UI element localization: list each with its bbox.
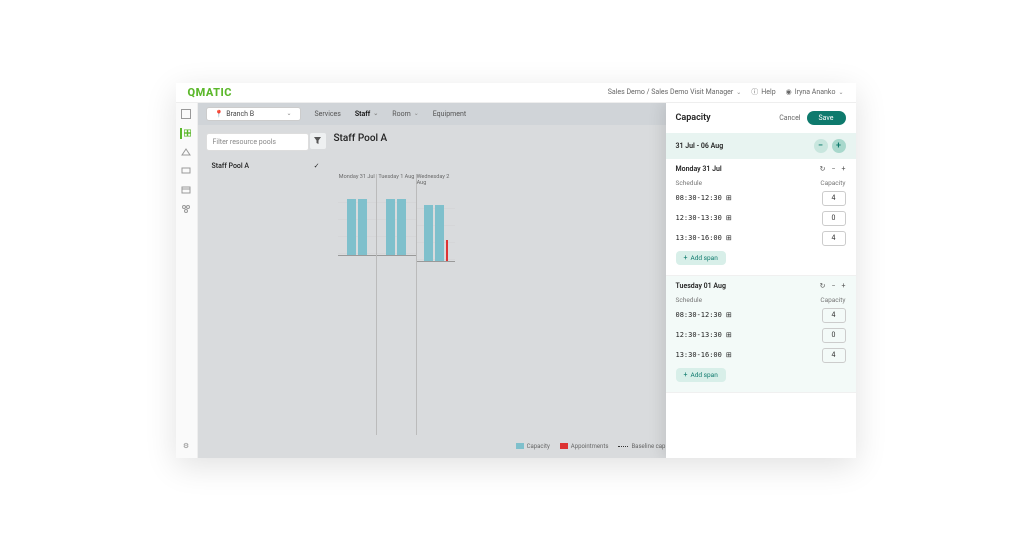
edit-span-icon[interactable]: ⊞ — [726, 331, 732, 339]
bar-row — [377, 186, 416, 256]
edit-span-icon[interactable]: ⊞ — [726, 214, 732, 222]
chevron-down-icon: ⌄ — [286, 110, 291, 117]
chevron-down-icon: ⌄ — [414, 110, 419, 117]
chart-day: Wednesday 2 Aug — [416, 174, 456, 435]
tab-services[interactable]: Services — [315, 110, 341, 118]
check-icon: ✓ — [314, 162, 320, 170]
capacity-input[interactable]: 4 — [822, 231, 846, 246]
nav-icon-3[interactable] — [181, 147, 192, 158]
settings-icon[interactable]: ⚙ — [181, 441, 192, 452]
capacity-input[interactable]: 0 — [822, 328, 846, 343]
capacity-input[interactable]: 4 — [822, 191, 846, 206]
span-time[interactable]: 12:30-13:30 ⊞ — [676, 214, 732, 222]
range-minus-button[interactable]: − — [814, 139, 828, 153]
user-menu[interactable]: ◉Iryna Ananko⌄ — [786, 88, 844, 96]
add-span-button[interactable]: +Add span — [676, 368, 726, 382]
filter-input[interactable]: Filter resource pools — [206, 133, 309, 151]
span-row: 08:30-12:30 ⊞ 4 — [676, 308, 846, 323]
chart-day: Tuesday 1 Aug — [376, 174, 416, 435]
main-area: 📍Branch B ⌄ Services Staff⌄ Room⌄ Equipm… — [198, 103, 856, 458]
span-row: 12:30-13:30 ⊞ 0 — [676, 211, 846, 226]
logo: QMATIC — [188, 86, 232, 99]
bar-row — [338, 186, 377, 256]
user-icon: ◉ — [786, 88, 792, 96]
capacity-bar — [424, 205, 433, 260]
nav-icon-1[interactable] — [181, 109, 192, 120]
edit-span-icon[interactable]: ⊞ — [726, 351, 732, 359]
chevron-down-icon: ⌄ — [838, 89, 843, 96]
capacity-panel: Capacity Cancel Save 31 Jul - 06 Aug − +… — [666, 103, 856, 458]
bar-row — [417, 192, 456, 262]
nav-icon-5[interactable] — [181, 185, 192, 196]
chart-day: Monday 31 Jul — [338, 174, 377, 435]
span-time[interactable]: 08:30-12:30 ⊞ — [676, 194, 732, 202]
span-row: 13:30-16:00 ⊞ 4 — [676, 231, 846, 246]
capacity-header: Capacity — [820, 296, 845, 304]
day-block: Tuesday 01 Aug ↻−+ Schedule Capacity 08:30-… — [666, 276, 856, 393]
appointment-bar — [446, 240, 448, 261]
capacity-bar — [397, 199, 406, 254]
day-label: Tuesday 01 Aug — [676, 282, 726, 290]
edit-span-icon[interactable]: ⊞ — [726, 234, 732, 242]
save-button[interactable]: Save — [807, 111, 846, 125]
span-time[interactable]: 08:30-12:30 ⊞ — [676, 311, 732, 319]
day-label: Monday 31 Jul — [676, 165, 722, 173]
history-icon[interactable]: ↻ — [820, 165, 826, 173]
edit-span-icon[interactable]: ⊞ — [726, 194, 732, 202]
app-window: QMATIC Sales Demo / Sales Demo Visit Man… — [176, 83, 856, 458]
cancel-button[interactable]: Cancel — [779, 114, 800, 122]
day-block: Monday 31 Jul ↻−+ Schedule Capacity 08:30-1… — [666, 159, 856, 276]
span-row: 13:30-16:00 ⊞ 4 — [676, 348, 846, 363]
nav-icon-4[interactable] — [181, 166, 192, 177]
left-iconbar: ⚙ — [176, 103, 198, 458]
capacity-bar — [347, 199, 356, 254]
chevron-down-icon: ⌄ — [373, 110, 378, 117]
capacity-header: Capacity — [820, 179, 845, 187]
span-row: 08:30-12:30 ⊞ 4 — [676, 191, 846, 206]
charts: Monday 31 JulTuesday 1 AugWednesday 2 Au… — [334, 174, 460, 435]
span-time[interactable]: 13:30-16:00 ⊞ — [676, 234, 732, 242]
history-icon[interactable]: ↻ — [820, 282, 826, 290]
breadcrumb[interactable]: Sales Demo / Sales Demo Visit Manager⌄ — [608, 88, 742, 96]
help-icon: ⓘ — [751, 87, 758, 97]
span-row: 12:30-13:30 ⊞ 0 — [676, 328, 846, 343]
topbar: QMATIC Sales Demo / Sales Demo Visit Man… — [176, 83, 856, 103]
tab-equipment[interactable]: Equipment — [433, 110, 466, 118]
capacity-bar — [358, 199, 367, 254]
nav-icon-6[interactable] — [181, 204, 192, 215]
capacity-bar — [386, 199, 395, 254]
schedule-header: Schedule — [676, 179, 703, 187]
tab-room[interactable]: Room⌄ — [392, 110, 418, 118]
filter-column: Filter resource pools Staff Pool A✓ — [206, 133, 326, 450]
add-span-button[interactable]: +Add span — [676, 251, 726, 265]
day-plus-button[interactable]: + — [842, 165, 846, 173]
chevron-down-icon: ⌄ — [736, 89, 741, 96]
chart-day-label: Wednesday 2 Aug — [417, 174, 456, 186]
capacity-bar — [435, 205, 444, 260]
filter-icon[interactable] — [310, 133, 326, 149]
span-time[interactable]: 12:30-13:30 ⊞ — [676, 331, 732, 339]
chart-day-label: Monday 31 Jul — [339, 174, 375, 180]
capacity-input[interactable]: 4 — [822, 348, 846, 363]
day-plus-button[interactable]: + — [842, 282, 846, 290]
date-range: 31 Jul - 06 Aug — [676, 142, 724, 150]
day-minus-button[interactable]: − — [832, 282, 836, 290]
capacity-input[interactable]: 4 — [822, 308, 846, 323]
pool-item[interactable]: Staff Pool A✓ — [206, 157, 326, 175]
capacity-input[interactable]: 0 — [822, 211, 846, 226]
pin-icon: 📍 — [215, 110, 224, 118]
help-link[interactable]: ⓘHelp — [751, 87, 775, 97]
span-time[interactable]: 13:30-16:00 ⊞ — [676, 351, 732, 359]
schedule-header: Schedule — [676, 296, 703, 304]
chart-day-label: Tuesday 1 Aug — [378, 174, 414, 180]
edit-span-icon[interactable]: ⊞ — [726, 311, 732, 319]
nav-icon-2[interactable] — [180, 128, 191, 139]
panel-title: Capacity — [676, 113, 711, 123]
tab-staff[interactable]: Staff⌄ — [355, 110, 378, 118]
day-minus-button[interactable]: − — [832, 165, 836, 173]
date-range-row: 31 Jul - 06 Aug − + — [666, 133, 856, 159]
range-plus-button[interactable]: + — [832, 139, 846, 153]
branch-selector[interactable]: 📍Branch B ⌄ — [206, 107, 301, 121]
